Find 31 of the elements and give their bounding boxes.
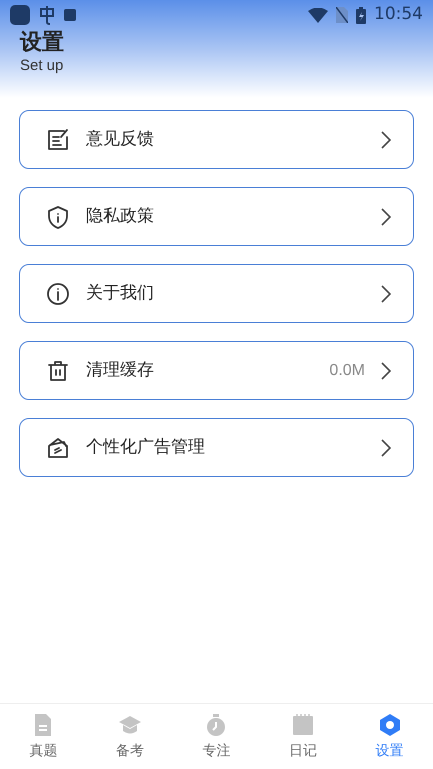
app-icon: [10, 5, 30, 25]
sim-icon: [336, 7, 348, 23]
settings-item[interactable]: 意见反馈: [19, 110, 414, 169]
settings-icon: [378, 713, 402, 737]
battery-icon: [356, 6, 366, 24]
chevron-right-icon: [381, 438, 391, 456]
settings-item[interactable]: 隐私政策: [19, 187, 414, 246]
calendar-icon: [291, 713, 316, 737]
trash-icon: [46, 358, 70, 382]
chevron-right-icon: [381, 362, 391, 380]
page-subtitle: Set up: [20, 56, 64, 76]
settings-item[interactable]: 清理缓存 0.0M: [19, 341, 414, 400]
info-icon: [46, 282, 70, 306]
page-title: 设置: [20, 30, 65, 56]
nav-tab[interactable]: 专注: [173, 704, 260, 769]
settings-item[interactable]: 个性化广告管理: [19, 418, 414, 477]
nav-tab[interactable]: 备考: [86, 704, 174, 769]
nav-tab[interactable]: 设置: [346, 704, 433, 769]
nav-tab[interactable]: 日记: [260, 704, 346, 769]
notification-icon: [38, 5, 56, 25]
wifi-icon: [308, 8, 328, 22]
status-time: 10:54: [374, 3, 423, 26]
card-icon: [46, 436, 70, 460]
nav-tab[interactable]: 真题: [0, 704, 87, 769]
cache-size: 0.0M: [329, 360, 365, 380]
chevron-right-icon: [381, 284, 391, 302]
settings-item[interactable]: 关于我们: [19, 264, 414, 323]
chevron-right-icon: [381, 208, 391, 226]
note-icon: [46, 128, 70, 152]
chevron-right-icon: [381, 130, 391, 148]
shield-icon: [46, 204, 70, 228]
